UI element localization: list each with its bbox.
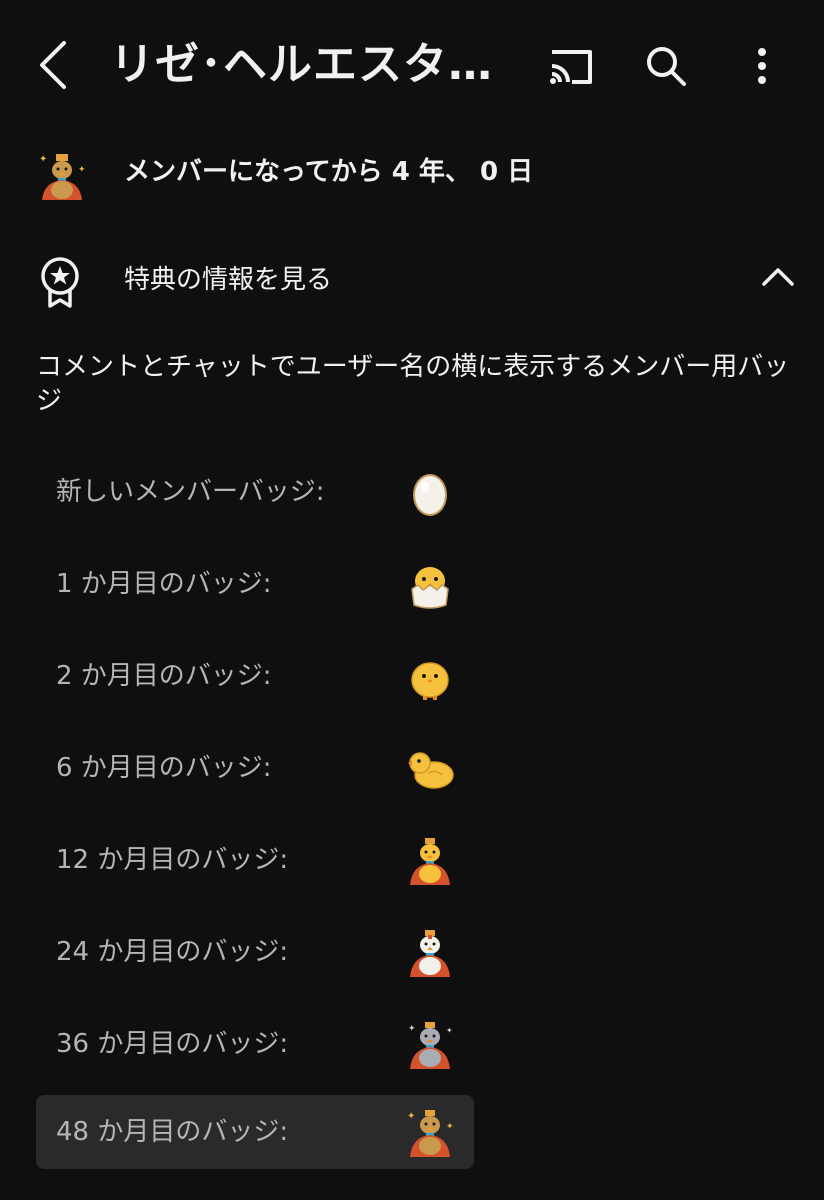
crowned-chicken-gold-icon: ✦ ✦ — [404, 1107, 456, 1159]
collapse-chevron[interactable] — [760, 262, 800, 298]
badge-label: 新しいメンバーバッジ: — [56, 477, 325, 507]
svg-text:✦: ✦ — [408, 1024, 416, 1034]
back-icon — [40, 41, 66, 89]
badge-row-2-month[interactable]: 2 か月目のバッジ: — [36, 639, 474, 713]
chick-icon — [404, 651, 456, 703]
badge-label: 6 か月目のバッジ: — [56, 753, 272, 783]
award-icon — [41, 257, 79, 308]
badge-label: 24 か月目のバッジ: — [56, 937, 289, 967]
svg-text:✦: ✦ — [39, 154, 47, 165]
perks-icon-wrap — [38, 256, 82, 308]
cast-button[interactable] — [540, 38, 600, 94]
chevron-up-icon — [762, 268, 794, 286]
search-button[interactable] — [636, 36, 696, 96]
cast-icon — [550, 50, 592, 84]
back-button[interactable] — [22, 30, 82, 100]
egg-icon — [404, 467, 456, 519]
badge-label: 1 か月目のバッジ: — [56, 569, 272, 599]
badge-label: 36 か月目のバッジ: — [56, 1029, 289, 1059]
badges-description: コメントとチャットでユーザー名の横に表示するメンバー用バッジ — [36, 352, 790, 416]
more-vert-icon — [758, 48, 766, 84]
badge-row-12-month[interactable]: 12 か月目のバッジ: — [36, 823, 474, 897]
badge-row-1-month[interactable]: 1 か月目のバッジ: — [36, 547, 474, 621]
crowned-chicken-silver-icon: ✦ ✦ — [404, 1019, 456, 1071]
crowned-chick-yellow-icon — [404, 835, 456, 887]
membership-duration-text: メンバーになってから 4 年、 0 日 — [124, 157, 534, 187]
perks-toggle[interactable]: 特典の情報を見る — [0, 250, 824, 312]
crowned-chicken-gold-icon: ✦ ✦ — [39, 154, 86, 200]
duck-icon — [404, 743, 456, 795]
badge-label: 48 か月目のバッジ: — [56, 1117, 289, 1147]
svg-text:✦: ✦ — [446, 1122, 454, 1132]
svg-text:✦: ✦ — [446, 1026, 453, 1035]
channel-title: リゼ･ヘルエスタ… — [110, 39, 493, 90]
badge-row-6-month[interactable]: 6 か月目のバッジ: — [36, 731, 474, 805]
badge-row-48-month[interactable]: 48 か月目のバッジ: ✦ ✦ — [36, 1095, 474, 1169]
perks-label: 特典の情報を見る — [124, 265, 333, 295]
badge-label: 12 か月目のバッジ: — [56, 845, 289, 875]
badge-row-new[interactable]: 新しいメンバーバッジ: — [36, 455, 474, 529]
svg-text:✦: ✦ — [407, 1111, 415, 1122]
svg-text:✦: ✦ — [78, 165, 86, 175]
badge-row-36-month[interactable]: 36 か月目のバッジ: ✦ ✦ — [36, 1007, 474, 1081]
search-icon — [647, 47, 686, 86]
hatching-chick-icon — [404, 559, 456, 611]
badge-label: 2 か月目のバッジ: — [56, 661, 272, 691]
crowned-chicken-white-icon — [404, 927, 456, 979]
more-options-button[interactable] — [736, 36, 788, 96]
badge-row-24-month[interactable]: 24 か月目のバッジ: — [36, 915, 474, 989]
current-member-badge: ✦ ✦ — [36, 150, 88, 202]
membership-duration-row: ✦ ✦ メンバーになってから 4 年、 0 日 — [0, 138, 824, 208]
app-bar: リゼ･ヘルエスタ… — [0, 0, 824, 130]
